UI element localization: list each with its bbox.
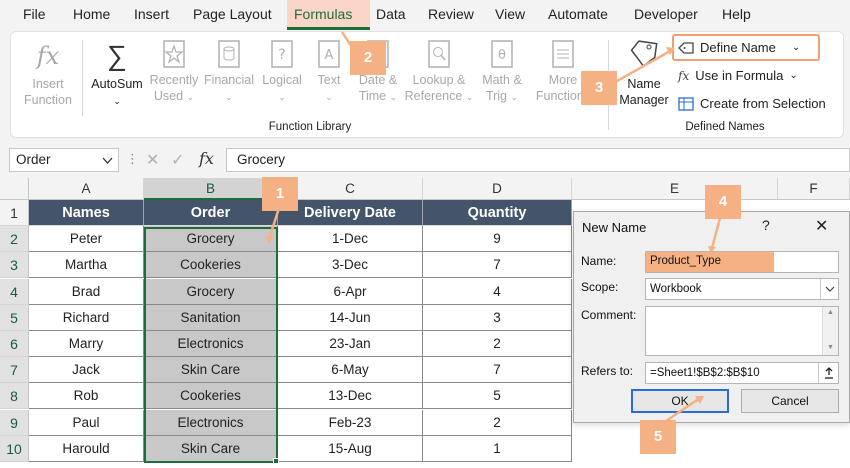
callout-4: 4 <box>705 185 741 219</box>
callout-5: 5 <box>640 420 676 454</box>
callout-arrows <box>266 31 722 427</box>
arrowhead-4 <box>708 246 716 253</box>
callout-3: 3 <box>581 71 617 105</box>
arrow-4 <box>710 217 722 249</box>
callout-2: 2 <box>350 41 386 75</box>
callout-1: 1 <box>262 177 298 211</box>
arrowhead-1 <box>266 236 274 243</box>
arrow-3 <box>609 48 673 87</box>
